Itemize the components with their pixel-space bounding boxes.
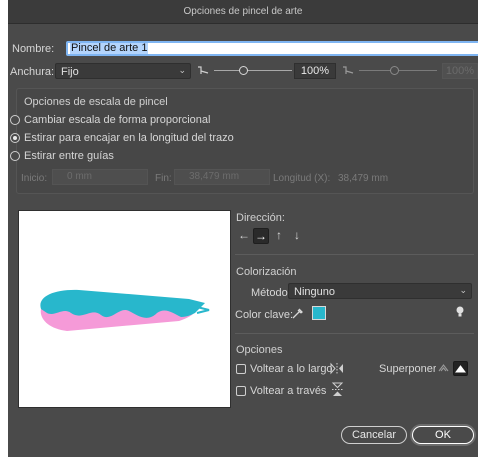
method-value: Ninguno bbox=[294, 286, 335, 298]
flip-across-checkbox[interactable] bbox=[236, 386, 246, 396]
direction-up-button[interactable]: ↑ bbox=[271, 228, 287, 244]
width-min-icon bbox=[198, 66, 209, 74]
width-mode-value: Fijo bbox=[61, 66, 79, 78]
ok-button[interactable]: OK bbox=[412, 426, 474, 444]
art-brush-options-dialog: Opciones de pincel de arte Nombre: Pince… bbox=[8, 0, 478, 457]
method-label: Método: bbox=[251, 287, 291, 299]
name-label: Nombre: bbox=[12, 43, 55, 55]
art-brush-stroke bbox=[40, 289, 210, 331]
brush-preview bbox=[18, 210, 231, 408]
scale-guides-label: Estirar entre guías bbox=[24, 150, 114, 162]
flip-along-checkbox[interactable] bbox=[236, 364, 246, 374]
direction-left-button[interactable]: ← bbox=[236, 228, 252, 244]
overlap-default-button[interactable] bbox=[453, 361, 468, 376]
key-color-label: Color clave: bbox=[235, 309, 294, 321]
direction-separator bbox=[235, 254, 474, 255]
start-field-value: 0 mm bbox=[67, 171, 92, 182]
window-title: Opciones de pincel de arte bbox=[183, 6, 303, 17]
title-bar[interactable]: Opciones de pincel de arte bbox=[8, 0, 478, 24]
scale-guides-radio[interactable] bbox=[10, 151, 20, 161]
width-label: Anchura: bbox=[10, 66, 55, 78]
width-max-icon bbox=[343, 66, 354, 74]
width-mode-select[interactable]: Fijo ⌄ bbox=[55, 63, 191, 79]
cancel-button[interactable]: Cancelar bbox=[341, 426, 407, 444]
overlap-default-icon bbox=[455, 365, 466, 373]
start-field: 0 mm bbox=[52, 169, 148, 185]
scale-stretch-radio[interactable] bbox=[10, 133, 20, 143]
scale-options-title: Opciones de escala de pincel bbox=[24, 96, 168, 108]
key-color-swatch[interactable] bbox=[312, 306, 326, 320]
direction-right-button[interactable]: → bbox=[253, 228, 269, 244]
width-variation-field: 100% bbox=[442, 63, 478, 79]
flip-across-label: Voltear a través bbox=[250, 385, 327, 397]
overlap-adjust-button[interactable] bbox=[436, 361, 451, 376]
width-slider-track[interactable] bbox=[214, 70, 292, 71]
length-label: Longitud (X): bbox=[273, 173, 331, 184]
lightbulb-icon[interactable] bbox=[455, 305, 465, 319]
width-variation-slider-thumb bbox=[390, 66, 399, 75]
scale-stretch-label: Estirar para encajar en la longitud del … bbox=[24, 132, 234, 144]
flip-across-icon bbox=[331, 382, 344, 396]
direction-down-button[interactable]: ↓ bbox=[289, 228, 305, 244]
eyedropper-icon[interactable] bbox=[290, 306, 304, 320]
flip-along-icon bbox=[330, 362, 343, 375]
name-input[interactable]: Pincel de arte 1 bbox=[66, 41, 478, 56]
chevron-down-icon: ⌄ bbox=[459, 285, 467, 295]
length-value: 38,479 mm bbox=[338, 173, 389, 184]
scale-proportional-radio[interactable] bbox=[10, 115, 20, 125]
brush-arrow-tip bbox=[196, 306, 210, 314]
end-field-value: 38,479 mm bbox=[189, 171, 240, 182]
flip-along-label: Voltear a lo largo bbox=[250, 363, 333, 375]
width-slider-thumb[interactable] bbox=[239, 66, 248, 75]
scale-proportional-label: Cambiar escala de forma proporcional bbox=[24, 114, 211, 126]
overlap-adjust-icon bbox=[438, 364, 449, 372]
overlap-label: Superponer: bbox=[379, 363, 440, 375]
method-select[interactable]: Ninguno ⌄ bbox=[288, 283, 472, 299]
options-title: Opciones bbox=[236, 344, 283, 356]
start-label: Inicio: bbox=[21, 173, 48, 184]
name-input-value: Pincel de arte 1 bbox=[70, 42, 149, 54]
end-field: 38,479 mm bbox=[174, 169, 270, 185]
colorization-title: Colorización bbox=[236, 266, 297, 278]
direction-title: Dirección: bbox=[236, 212, 285, 224]
chevron-down-icon: ⌄ bbox=[178, 65, 186, 75]
end-label: Fin: bbox=[155, 173, 172, 184]
colorization-separator bbox=[235, 333, 474, 334]
width-percent-field[interactable]: 100% bbox=[294, 63, 336, 79]
